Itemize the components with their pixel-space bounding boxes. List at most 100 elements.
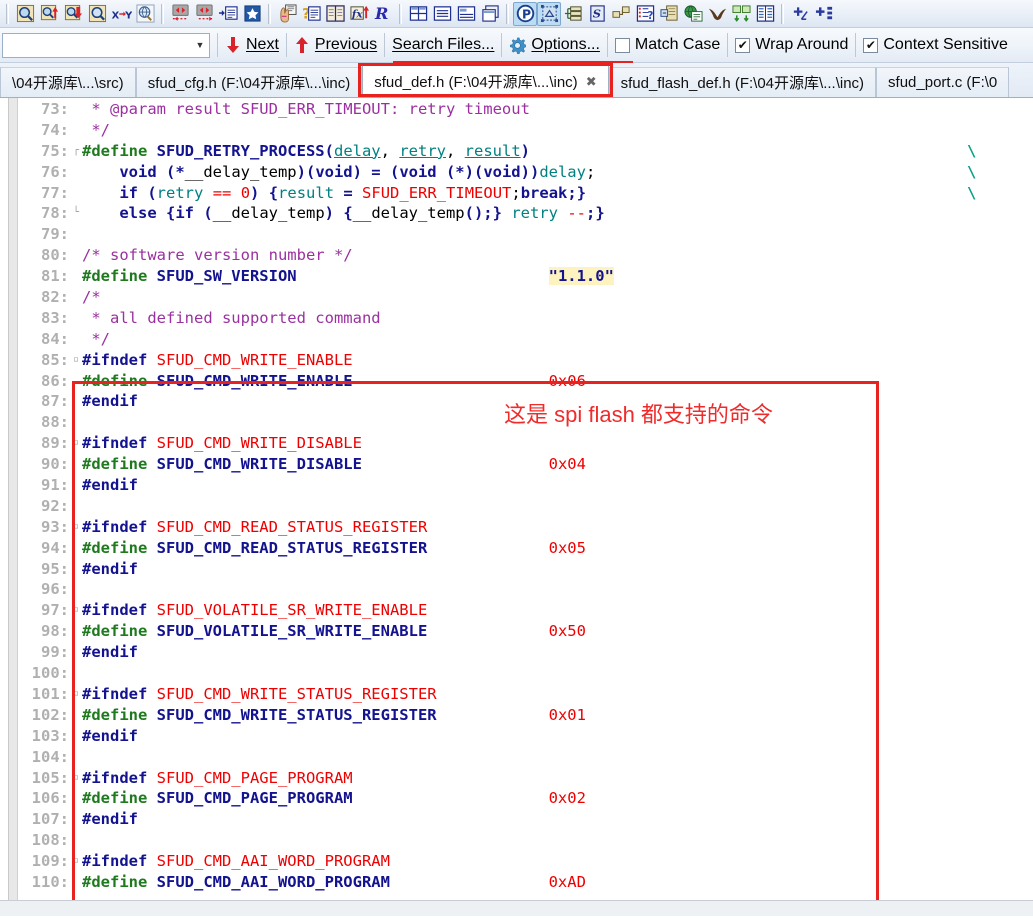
function-list-icon[interactable]: fx: [347, 2, 371, 26]
code-line[interactable]: 91: #endif: [18, 475, 1033, 496]
code-line[interactable]: 79:: [18, 224, 1033, 245]
fold-marker-icon[interactable]: ▫: [70, 433, 82, 454]
search-files-button[interactable]: Search Files...: [392, 28, 494, 62]
search-input[interactable]: [3, 33, 191, 57]
list-view-icon[interactable]: [753, 2, 777, 26]
code-line[interactable]: 77: if (retry == 0) {result = SFUD_ERR_T…: [18, 183, 1033, 204]
code-line[interactable]: 104:: [18, 747, 1033, 768]
file-tab[interactable]: sfud_flash_def.h (F:\04开源库\...\inc): [608, 67, 877, 97]
code-line[interactable]: 102: #define SFUD_CMD_WRITE_STATUS_REGIST…: [18, 705, 1033, 726]
add-bookmark-icon[interactable]: [788, 2, 812, 26]
chevron-down-icon[interactable]: ▼: [191, 34, 209, 57]
code-text-area[interactable]: 73: * @param result SFUD_ERR_TIMEOUT: re…: [18, 98, 1033, 916]
code-line[interactable]: 99: #endif: [18, 642, 1033, 663]
code-line[interactable]: 106: #define SFUD_CMD_PAGE_PROGRAM 0x02: [18, 788, 1033, 809]
add-item-icon[interactable]: [812, 2, 836, 26]
fold-marker-icon[interactable]: ▫: [70, 517, 82, 538]
clone-window-icon[interactable]: [478, 2, 502, 26]
project-icon[interactable]: P: [513, 1, 537, 26]
code-line[interactable]: 89: ▫ #ifndef SFUD_CMD_WRITE_DISABLE: [18, 433, 1033, 454]
jump-forward-icon[interactable]: [192, 2, 216, 26]
code-line[interactable]: 103: #endif: [18, 726, 1033, 747]
find-previous-icon[interactable]: [37, 2, 61, 26]
code-line[interactable]: 76: void (*__delay_temp)(void) = (void (…: [18, 162, 1033, 183]
search-combobox[interactable]: ▼: [2, 32, 210, 58]
find-next-button[interactable]: Next: [225, 28, 279, 62]
compare-files-icon[interactable]: [729, 2, 753, 26]
replace-icon[interactable]: XY: [109, 2, 133, 26]
fold-marker-icon[interactable]: ┌: [70, 141, 82, 162]
fold-marker-icon[interactable]: └: [70, 203, 82, 224]
context-sensitive-checkbox[interactable]: ✔ Context Sensitive: [863, 28, 1008, 62]
refactor-icon[interactable]: [609, 2, 633, 26]
macro-r-icon[interactable]: R: [371, 2, 395, 26]
match-case-checkbox[interactable]: Match Case: [614, 28, 720, 62]
code-line[interactable]: 85: ▫ #ifndef SFUD_CMD_WRITE_ENABLE: [18, 350, 1033, 371]
book-icon[interactable]: [323, 2, 347, 26]
find-icon[interactable]: [13, 2, 37, 26]
fold-marker-icon[interactable]: ▫: [70, 768, 82, 789]
code-line[interactable]: 98: #define SFUD_VOLATILE_SR_WRITE_ENABLE…: [18, 621, 1033, 642]
jump-back-icon[interactable]: [168, 2, 192, 26]
checkbox-box[interactable]: [614, 37, 630, 53]
code-line[interactable]: 78: └ else {if (__delay_temp) {__delay_te…: [18, 203, 1033, 224]
help-doc-icon[interactable]: ?: [633, 2, 657, 26]
code-line[interactable]: 82: /*: [18, 287, 1033, 308]
code-line[interactable]: 94: #define SFUD_CMD_READ_STATUS_REGISTER…: [18, 538, 1033, 559]
code-line[interactable]: 105: ▫ #ifndef SFUD_CMD_PAGE_PROGRAM: [18, 768, 1033, 789]
code-line[interactable]: 73: * @param result SFUD_ERR_TIMEOUT: re…: [18, 99, 1033, 120]
fold-marker-icon[interactable]: ▫: [70, 600, 82, 621]
checkbox-box[interactable]: ✔: [863, 37, 879, 53]
code-line[interactable]: 80: /* software version number */: [18, 245, 1033, 266]
code-line[interactable]: 90: #define SFUD_CMD_WRITE_DISABLE 0x04: [18, 454, 1033, 475]
wrap-around-checkbox[interactable]: ✔ Wrap Around: [735, 28, 848, 62]
symbol-window-icon[interactable]: [537, 1, 561, 26]
code-line[interactable]: 110: #define SFUD_CMD_AAI_WORD_PROGRAM 0x…: [18, 872, 1033, 893]
find-next-icon[interactable]: [61, 2, 85, 26]
editor-horizontal-scrollbar[interactable]: [0, 900, 1033, 916]
options-button[interactable]: Options...: [509, 28, 600, 62]
code-line[interactable]: 95: #endif: [18, 559, 1033, 580]
fold-marker-icon[interactable]: ▫: [70, 684, 82, 705]
file-tab[interactable]: \04开源库\...\src): [0, 67, 136, 97]
code-line[interactable]: 92:: [18, 496, 1033, 517]
code-line[interactable]: 101: ▫ #ifndef SFUD_CMD_WRITE_STATUS_REGIS…: [18, 684, 1033, 705]
code-line[interactable]: 107: #endif: [18, 809, 1033, 830]
code-line[interactable]: 100:: [18, 663, 1033, 684]
close-icon[interactable]: ✖: [586, 74, 597, 90]
find-on-web-icon[interactable]: [133, 2, 157, 26]
backup-icon[interactable]: [657, 2, 681, 26]
code-line[interactable]: 83: * all defined supported command: [18, 308, 1033, 329]
code-editor[interactable]: 73: * @param result SFUD_ERR_TIMEOUT: re…: [0, 98, 1033, 916]
code-line[interactable]: 108:: [18, 830, 1033, 851]
checkbox-box[interactable]: ✔: [735, 37, 751, 53]
code-line[interactable]: 74: */: [18, 120, 1033, 141]
smart-rename-icon[interactable]: S: [585, 2, 609, 26]
code-line[interactable]: 75: ┌ #define SFUD_RETRY_PROCESS(delay, re…: [18, 141, 1033, 162]
code-token: __delay_temp: [352, 204, 465, 223]
find-in-files-icon[interactable]: [85, 2, 109, 26]
code-line[interactable]: 86: #define SFUD_CMD_WRITE_ENABLE 0x06: [18, 371, 1033, 392]
fold-marker-icon[interactable]: ▫: [70, 350, 82, 371]
code-line[interactable]: 81: #define SFUD_SW_VERSION "1.1.0": [18, 266, 1033, 287]
code-line[interactable]: 84: */: [18, 329, 1033, 350]
properties-icon[interactable]: [454, 2, 478, 26]
quick-help-icon[interactable]: ?: [299, 2, 323, 26]
hand-tool-icon[interactable]: [275, 2, 299, 26]
find-previous-button[interactable]: Previous: [294, 28, 377, 62]
goto-line-icon[interactable]: [216, 2, 240, 26]
file-tab[interactable]: sfud_def.h (F:\04开源库\...\inc) ✖: [362, 65, 609, 97]
fold-marker-icon[interactable]: ▫: [70, 851, 82, 872]
web-doc-icon[interactable]: [681, 2, 705, 26]
code-line[interactable]: 97: ▫ #ifndef SFUD_VOLATILE_SR_WRITE_ENABL…: [18, 600, 1033, 621]
file-tab[interactable]: sfud_port.c (F:\0: [876, 67, 1010, 97]
file-tab[interactable]: sfud_cfg.h (F:\04开源库\...\inc): [135, 67, 363, 97]
bookmark-icon[interactable]: [240, 2, 264, 26]
code-line[interactable]: 96:: [18, 579, 1033, 600]
code-line[interactable]: 93: ▫ #ifndef SFUD_CMD_READ_STATUS_REGISTE…: [18, 517, 1033, 538]
context-tree-icon[interactable]: [561, 2, 585, 26]
split-window-icon[interactable]: [406, 2, 430, 26]
code-line[interactable]: 109: ▫ #ifndef SFUD_CMD_AAI_WORD_PROGRAM: [18, 851, 1033, 872]
align-icon[interactable]: [430, 2, 454, 26]
bird-icon[interactable]: [705, 2, 729, 26]
